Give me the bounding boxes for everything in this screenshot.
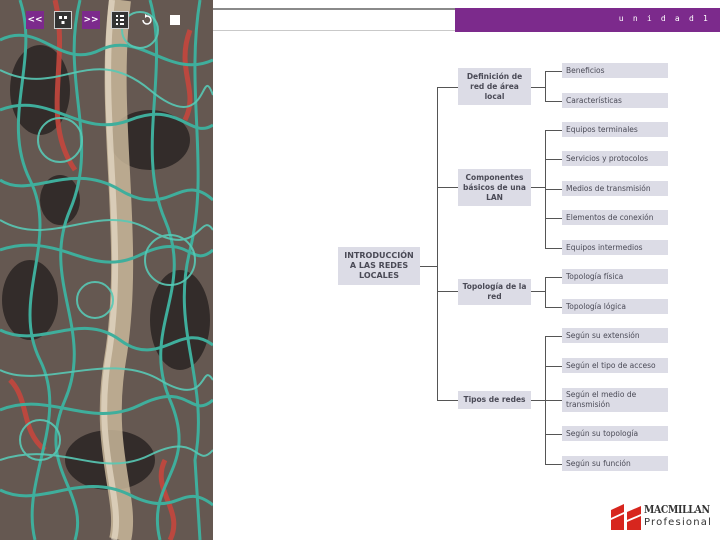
previous-button[interactable]: << xyxy=(26,11,44,29)
macmillan-logo: MACMILLAN Profesional xyxy=(610,502,714,532)
leaf-topologia-fisica: Topología física xyxy=(562,269,668,284)
menu-grid-icon xyxy=(59,16,67,24)
branch-definicion: Definición de red de área local xyxy=(458,68,531,105)
leaf-medios-transmision: Medios de transmisión xyxy=(562,181,668,196)
leaf-topologia-logica: Topología lógica xyxy=(562,299,668,314)
index-button[interactable] xyxy=(111,11,129,29)
stop-button[interactable] xyxy=(166,11,184,29)
index-list-icon xyxy=(116,15,124,25)
leaf-equipos-terminales: Equipos terminales xyxy=(562,122,668,137)
logo-text-top: MACMILLAN xyxy=(644,503,710,516)
leaf-segun-tipo-acceso: Según el tipo de acceso xyxy=(562,358,668,373)
return-icon xyxy=(142,14,152,25)
next-button[interactable]: >> xyxy=(82,11,100,29)
menu-button[interactable] xyxy=(54,11,72,29)
previous-icon: << xyxy=(27,15,43,25)
leaf-elementos-conexion: Elementos de conexión xyxy=(562,210,668,225)
macmillan-logo-mark-icon xyxy=(611,504,641,530)
unit-label: u n i d a d 1 xyxy=(618,14,710,23)
header-rule xyxy=(213,8,455,10)
next-icon: >> xyxy=(83,15,99,25)
leaf-segun-funcion: Según su función xyxy=(562,456,668,471)
leaf-servicios-protocolos: Servicios y protocolos xyxy=(562,151,668,166)
leaf-caracteristicas: Características xyxy=(562,93,668,108)
logo-text-bottom: Profesional xyxy=(644,517,713,528)
leaf-beneficios: Beneficios xyxy=(562,63,668,78)
concept-root: INTRODUCCIÓN A LAS REDES LOCALES xyxy=(338,247,420,285)
leaf-segun-extension: Según su extensión xyxy=(562,328,668,343)
branch-topologia: Topología de la red xyxy=(458,279,531,305)
return-button[interactable] xyxy=(138,11,156,29)
branch-tipos: Tipos de redes xyxy=(458,391,531,409)
leaf-equipos-intermedios: Equipos intermedios xyxy=(562,240,668,255)
stop-icon xyxy=(170,15,180,25)
leaf-segun-medio-transmision: Según el medio de transmisión xyxy=(562,388,668,412)
fishing-net-background xyxy=(0,0,213,540)
unit-header-bar: u n i d a d 1 xyxy=(455,8,720,32)
leaf-segun-topologia: Según su topología xyxy=(562,426,668,441)
branch-componentes: Componentes básicos de una LAN xyxy=(458,169,531,206)
